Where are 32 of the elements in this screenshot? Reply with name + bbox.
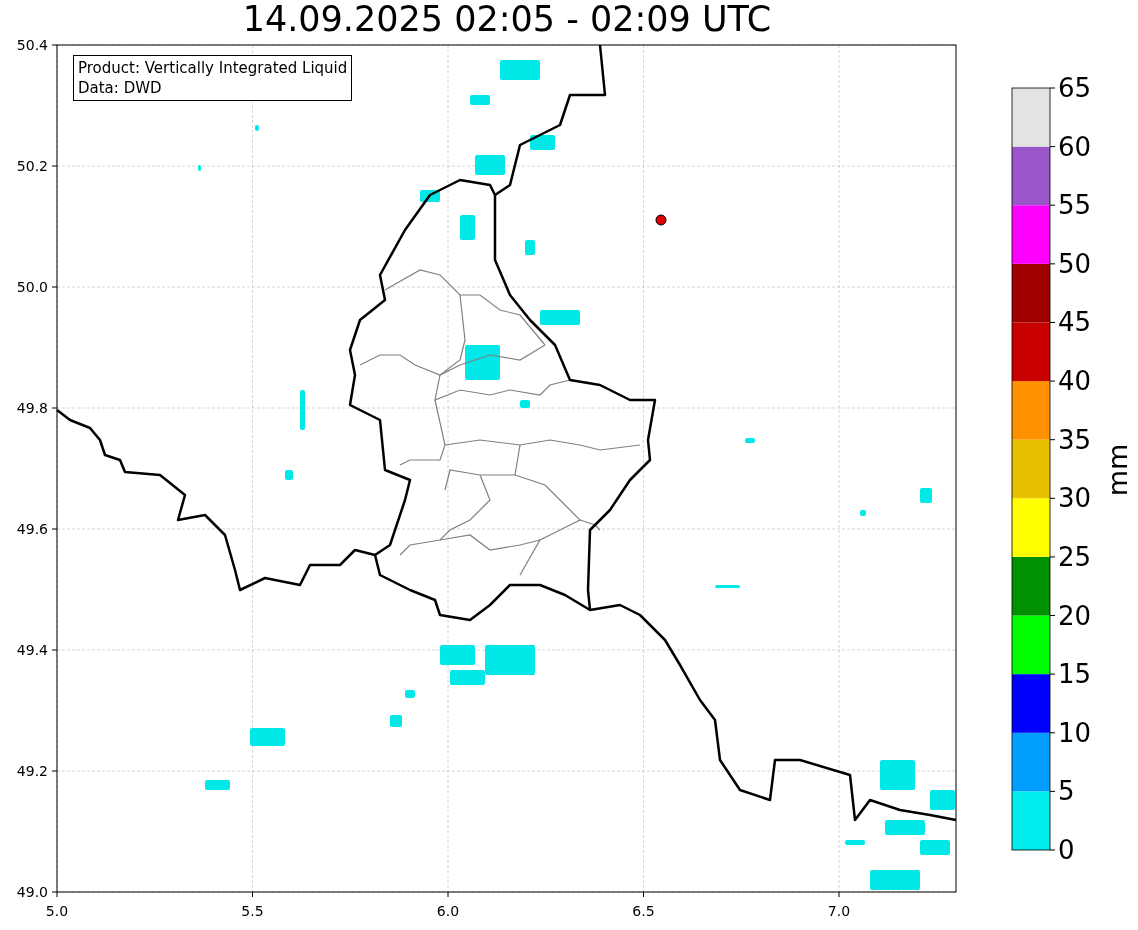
x-axis-tick-label: 5.0 [45,903,69,919]
colorbar-tick-label: 5 [1058,776,1075,807]
colorbar-tick-label: 50 [1058,248,1092,279]
x-axis-tick-label: 5.5 [241,903,264,919]
info-text: Product: Vertically Integrated Liquid [78,58,348,78]
y-axis-tick-label: 49.4 [16,642,48,658]
info-text: Data: DWD [78,78,163,98]
x-axis-tick-label: 6.0 [436,903,460,919]
colorbar-tick-label: 55 [1058,190,1092,221]
colorbar-tick-label: 20 [1058,600,1092,631]
colorbar-unit-label: mm [1102,443,1133,497]
colorbar-tick-label: 40 [1058,366,1092,397]
y-axis-tick-label: 49.0 [16,884,48,900]
colorbar-tick-label: 10 [1058,717,1092,748]
colorbar-tick-label: 65 [1058,73,1092,103]
y-axis-tick-label: 50.4 [16,38,48,53]
colorbar-tick-label: 0 [1058,835,1075,865]
colorbar-tick-label: 60 [1058,131,1092,162]
y-axis-tick-label: 49.6 [16,521,48,537]
location-marker-icon [655,214,667,226]
map-title: 14.09.2025 02:05 - 02:09 UTC [242,1,772,37]
y-axis-tick-label: 50.2 [16,158,48,174]
colorbar-tick-label: 15 [1058,659,1092,690]
y-axis-tick-label: 49.8 [16,400,48,416]
colorbar-tick-label: 25 [1058,541,1092,572]
colorbar-tick-label: 45 [1058,307,1092,338]
colorbar-tick-label: 35 [1058,424,1092,455]
x-axis-tick-label: 7.0 [827,903,851,919]
x-axis-tick-label: 6.5 [632,903,655,919]
y-axis-tick-label: 49.2 [16,763,48,779]
y-axis-tick-label: 50.0 [16,279,48,295]
colorbar-tick-label: 30 [1058,483,1092,514]
